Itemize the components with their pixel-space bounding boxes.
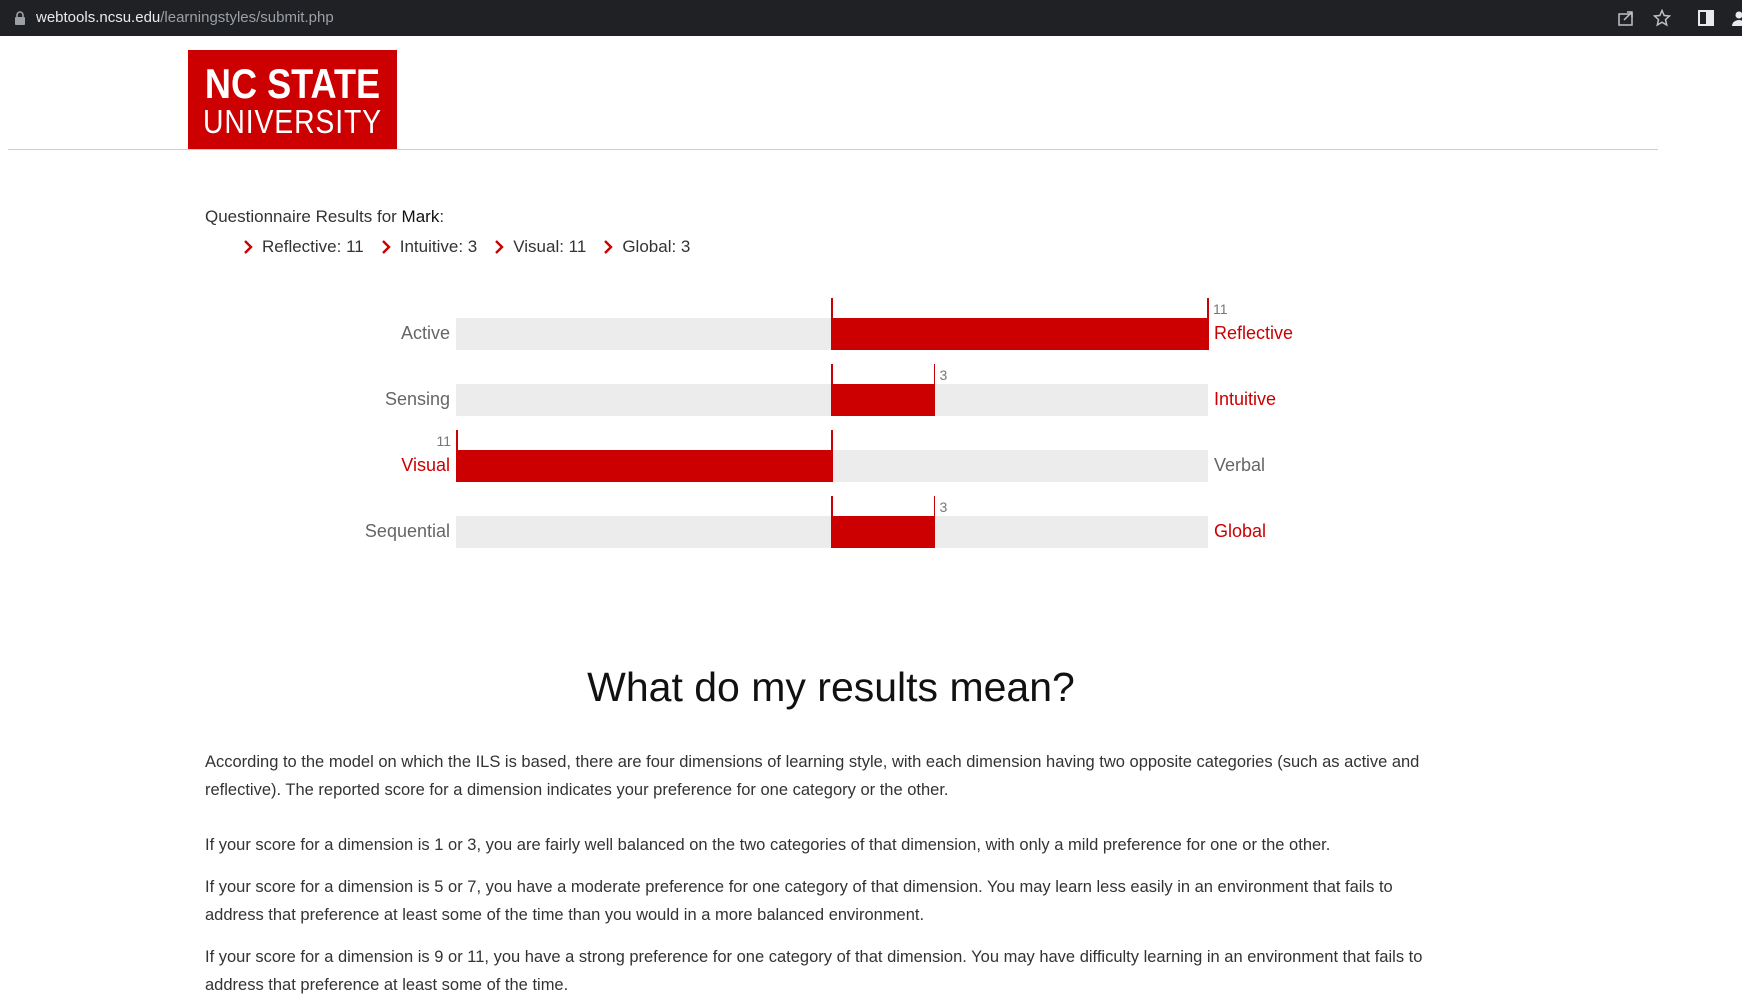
learning-styles-chart: 11 Active Reflective 3 Sensing Intuitive 11 Vis… (0, 0, 1742, 600)
category-label-reflective: Reflective (1214, 323, 1294, 343)
paragraph-balanced: If your score for a dimension is 1 or 3,… (205, 836, 1331, 854)
category-label-sensing: Sensing (384, 389, 450, 409)
score-value: 3 (939, 367, 948, 383)
score-value: 11 (436, 433, 451, 449)
category-label-sequential: Sequential (364, 521, 450, 541)
bar-global (832, 516, 935, 548)
center-tick (831, 496, 833, 548)
bar-intuitive (832, 384, 935, 416)
bar-visual (456, 450, 832, 482)
category-label-active: Active (400, 323, 450, 343)
category-label-intuitive: Intuitive (1214, 389, 1277, 409)
center-tick (831, 364, 833, 416)
center-tick (831, 298, 833, 350)
score-value: 3 (939, 499, 948, 515)
score-value: 11 (1213, 301, 1228, 317)
category-label-global: Global (1214, 521, 1267, 541)
paragraph-strong: If your score for a dimension is 9 or 11… (205, 948, 1423, 994)
bar-reflective (832, 318, 1208, 350)
paragraph-model: According to the model on which the ILS … (205, 753, 1420, 799)
end-tick (1207, 298, 1209, 350)
end-tick (933, 364, 936, 416)
category-label-visual: Visual (401, 455, 450, 475)
paragraph-moderate: If your score for a dimension is 5 or 7,… (205, 878, 1393, 924)
center-tick (831, 430, 833, 482)
category-label-verbal: Verbal (1214, 455, 1266, 475)
end-tick (933, 496, 936, 548)
section-heading: What do my results mean? (587, 664, 1075, 710)
end-tick (456, 430, 458, 482)
